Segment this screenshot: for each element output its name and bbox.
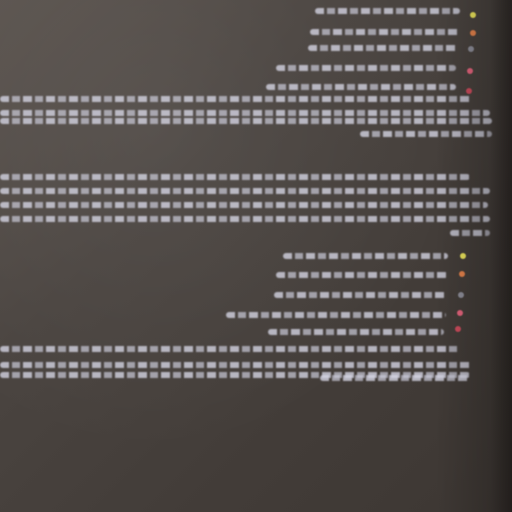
yellow-bullet-dot bbox=[470, 12, 476, 18]
blurred-text-line bbox=[276, 272, 448, 278]
blurred-text-line bbox=[315, 8, 460, 14]
blurred-text-line bbox=[360, 131, 492, 137]
pink-bullet-dot bbox=[467, 68, 473, 74]
blurred-text-line bbox=[0, 346, 460, 352]
blurred-text-line bbox=[0, 216, 490, 222]
monitor-edge bbox=[490, 0, 512, 512]
blurred-text-line bbox=[0, 96, 472, 102]
blurry-photo-of-screen bbox=[0, 0, 512, 512]
blurred-text-line bbox=[320, 375, 470, 381]
blurred-text-line bbox=[268, 329, 444, 335]
blurred-text-line bbox=[266, 84, 456, 90]
blurred-text-line bbox=[226, 312, 446, 318]
blurred-text-line bbox=[283, 253, 448, 259]
red-bullet-dot bbox=[466, 88, 472, 94]
blurred-text-line bbox=[0, 110, 490, 116]
blurred-text-line bbox=[0, 362, 472, 368]
gray-bullet-dot bbox=[458, 292, 464, 298]
yellow-bullet-dot bbox=[460, 253, 466, 259]
pink-bullet-dot bbox=[457, 310, 463, 316]
red-bullet-dot bbox=[455, 326, 461, 332]
blurred-text-line bbox=[0, 202, 488, 208]
blurred-text-line bbox=[308, 45, 458, 51]
orange-bullet-dot bbox=[470, 30, 476, 36]
orange-bullet-dot bbox=[459, 271, 465, 277]
blurred-text-line bbox=[276, 65, 456, 71]
blurred-text-line bbox=[274, 292, 446, 298]
blurred-text-line bbox=[310, 29, 460, 35]
blurred-text-line bbox=[0, 188, 490, 194]
blurred-text-line bbox=[0, 118, 492, 124]
blurred-text-line bbox=[450, 230, 490, 236]
blurred-text-line bbox=[0, 174, 470, 180]
gray-bullet-dot bbox=[468, 46, 474, 52]
